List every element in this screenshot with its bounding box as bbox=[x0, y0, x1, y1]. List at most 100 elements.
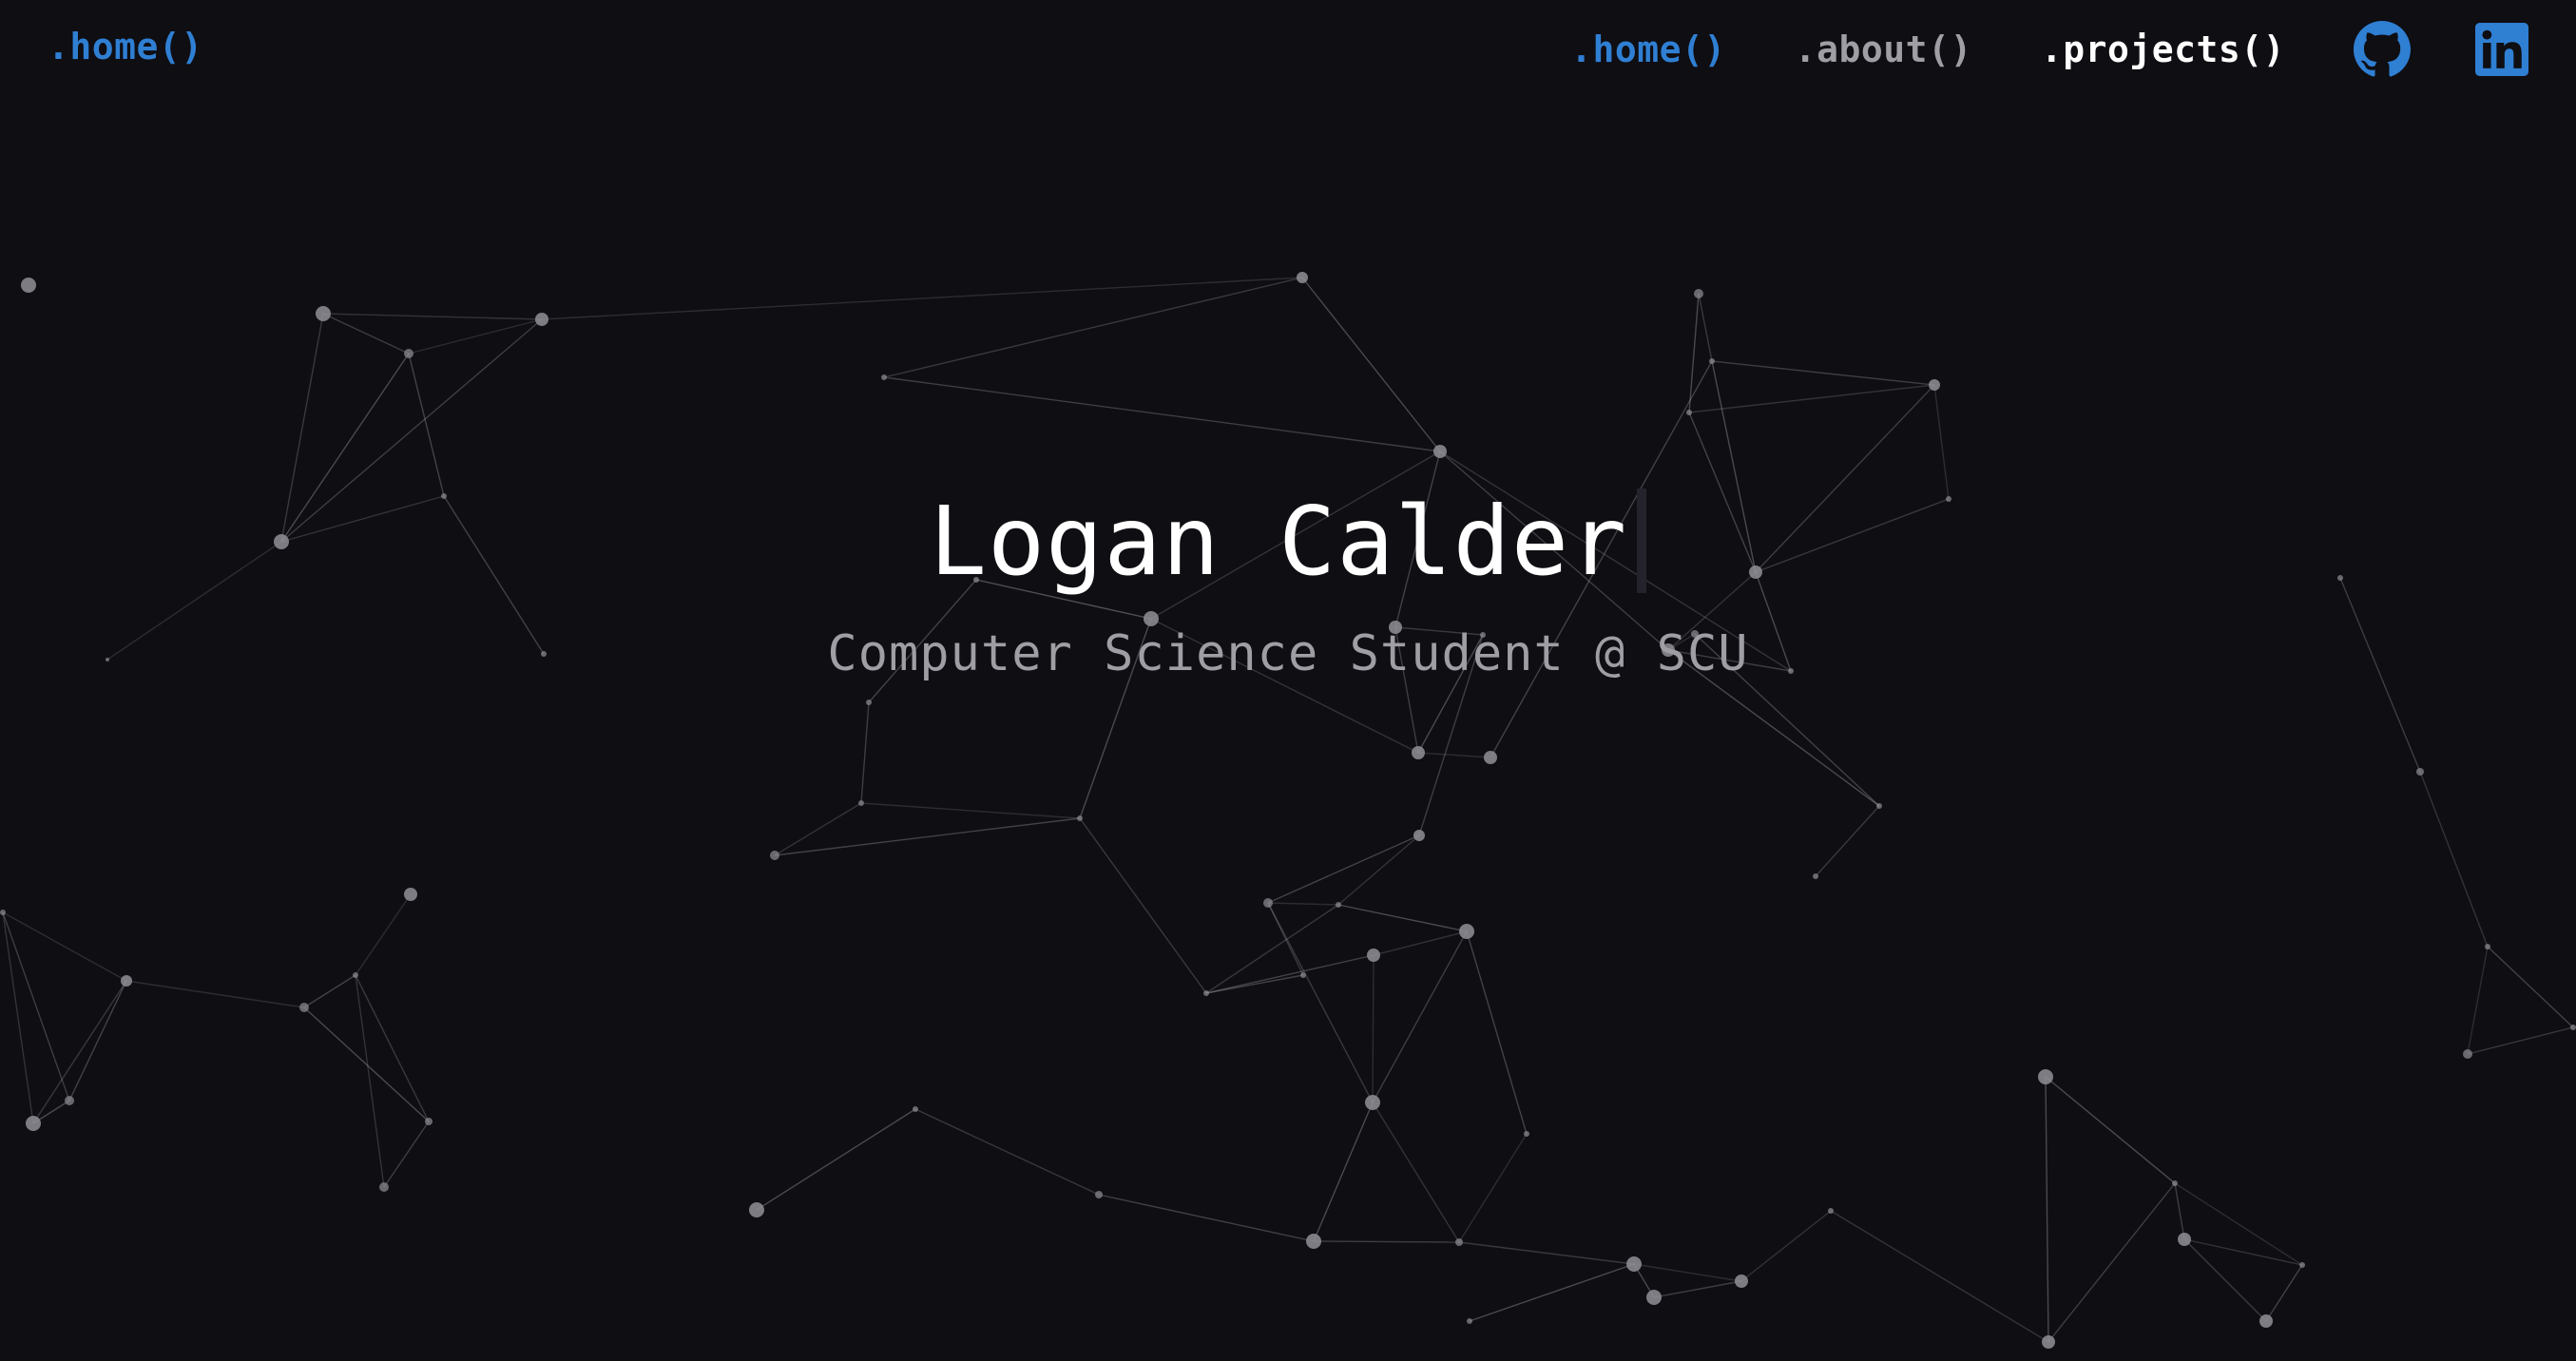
network-link bbox=[1830, 1210, 2049, 1343]
network-link bbox=[774, 802, 862, 856]
network-node bbox=[1828, 1208, 1834, 1214]
network-link bbox=[1205, 904, 1339, 994]
network-node bbox=[1413, 830, 1425, 841]
network-link bbox=[2467, 946, 2489, 1055]
hero-name-text: Logan Calder bbox=[929, 486, 1628, 597]
nav-link-home[interactable]: .home() bbox=[1570, 11, 1726, 87]
network-link bbox=[1337, 904, 1468, 932]
network-node bbox=[121, 975, 132, 987]
network-link bbox=[2, 911, 70, 1102]
nav-link-about[interactable]: .about() bbox=[1795, 11, 1972, 87]
network-link bbox=[1688, 384, 1935, 413]
network-node bbox=[1365, 1095, 1380, 1110]
network-node bbox=[1686, 410, 1692, 415]
network-link bbox=[1740, 1210, 1832, 1282]
network-node bbox=[425, 1118, 433, 1125]
linkedin-icon[interactable] bbox=[2475, 23, 2528, 76]
network-link bbox=[355, 974, 385, 1188]
network-link bbox=[1458, 1241, 1635, 1265]
network-node bbox=[881, 374, 887, 380]
network-node bbox=[2570, 1025, 2576, 1030]
network-link bbox=[1372, 954, 1375, 1103]
network-link bbox=[1633, 1263, 1742, 1282]
network-node bbox=[21, 278, 36, 293]
network-link bbox=[541, 277, 1303, 320]
hero-subtitle: Computer Science Student @ SCU bbox=[827, 625, 1749, 682]
network-link bbox=[1267, 902, 1304, 976]
network-link bbox=[32, 980, 127, 1124]
network-link bbox=[355, 974, 430, 1122]
network-link bbox=[1337, 834, 1420, 906]
network-node bbox=[1646, 1290, 1662, 1305]
hero-name-heading: Logan Calder bbox=[929, 475, 1647, 608]
network-node bbox=[866, 700, 872, 705]
network-link bbox=[2, 911, 34, 1124]
network-link bbox=[2174, 1182, 2303, 1266]
network-node bbox=[2416, 768, 2424, 776]
network-link bbox=[883, 277, 1303, 378]
navbar: .home() .home() .about() .projects() bbox=[0, 0, 2576, 99]
network-link bbox=[2183, 1238, 2303, 1266]
network-node bbox=[1709, 358, 1715, 364]
network-link bbox=[914, 1108, 1100, 1196]
network-node bbox=[1876, 803, 1882, 809]
network-node bbox=[2259, 1314, 2273, 1328]
github-icon[interactable] bbox=[2354, 21, 2411, 78]
nav-link-projects[interactable]: .projects() bbox=[2041, 11, 2285, 87]
page: .home() .home() .about() .projects() Log… bbox=[0, 0, 2576, 1361]
network-node bbox=[1626, 1256, 1642, 1272]
network-link bbox=[2467, 1026, 2574, 1055]
network-link bbox=[322, 313, 410, 355]
network-node bbox=[1929, 379, 1940, 391]
network-node bbox=[1297, 272, 1308, 283]
network-node bbox=[2178, 1233, 2191, 1246]
network-node bbox=[404, 349, 413, 358]
network-node bbox=[1524, 1131, 1529, 1137]
network-node bbox=[353, 972, 358, 978]
network-node bbox=[379, 1182, 389, 1192]
network-link bbox=[756, 1108, 916, 1211]
network-link bbox=[1372, 1102, 1460, 1243]
network-link bbox=[1469, 1263, 1635, 1322]
network-link bbox=[2419, 771, 2489, 948]
network-link bbox=[1466, 930, 1528, 1135]
network-link bbox=[1267, 834, 1420, 904]
network-node bbox=[0, 910, 6, 915]
network-node bbox=[26, 1116, 41, 1131]
network-link bbox=[1653, 1280, 1742, 1298]
network-node bbox=[316, 306, 331, 321]
network-link bbox=[322, 313, 543, 320]
network-node bbox=[535, 313, 548, 326]
network-link bbox=[355, 893, 412, 976]
network-link bbox=[2487, 946, 2574, 1028]
network-node bbox=[1412, 746, 1425, 759]
network-node bbox=[2485, 944, 2490, 949]
network-link bbox=[883, 376, 1441, 452]
network-link bbox=[2265, 1264, 2303, 1322]
network-node bbox=[1484, 751, 1497, 764]
network-link bbox=[383, 1121, 430, 1188]
network-link bbox=[68, 980, 127, 1102]
network-link bbox=[1373, 930, 1468, 956]
hero: Logan Calder Computer Science Student @ … bbox=[0, 475, 2576, 682]
network-link bbox=[2045, 1076, 2176, 1184]
network-node bbox=[404, 888, 417, 901]
network-node bbox=[2172, 1180, 2178, 1186]
network-node bbox=[1203, 990, 1209, 996]
typing-cursor bbox=[1637, 489, 1647, 593]
network-node bbox=[2042, 1335, 2055, 1349]
network-link bbox=[303, 974, 356, 1008]
network-link bbox=[2, 911, 127, 982]
network-link bbox=[1205, 954, 1375, 994]
network-link bbox=[860, 701, 870, 804]
network-node bbox=[1467, 1318, 1472, 1324]
network-node bbox=[1459, 924, 1474, 939]
network-node bbox=[2038, 1069, 2053, 1084]
brand-home-link[interactable]: .home() bbox=[48, 26, 203, 67]
network-node bbox=[913, 1106, 918, 1112]
network-link bbox=[1458, 1133, 1528, 1243]
network-link bbox=[1267, 902, 1339, 906]
network-node bbox=[1263, 898, 1273, 908]
network-node bbox=[1095, 1191, 1103, 1198]
network-link bbox=[2174, 1182, 2185, 1240]
